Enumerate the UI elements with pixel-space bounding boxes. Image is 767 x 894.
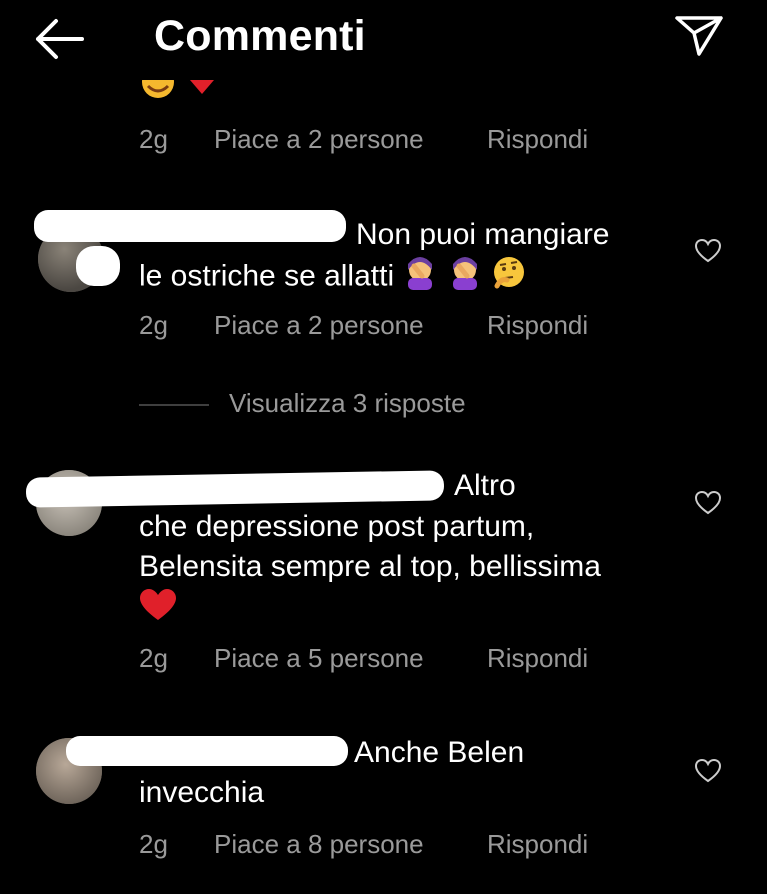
comment-likes[interactable]: Piace a 5 persone	[214, 643, 487, 674]
replies-divider	[139, 404, 209, 406]
partial-emoji-row	[138, 80, 218, 108]
back-arrow-icon[interactable]	[32, 18, 86, 60]
username-censor	[66, 736, 348, 766]
username-censor	[34, 210, 346, 242]
username-censor	[25, 470, 445, 508]
comment-meta: 2g Piace a 2 persone Rispondi	[139, 124, 588, 155]
comment-age: 2g	[139, 643, 168, 673]
facepalm-emoji	[447, 256, 483, 299]
comment-text: Altro	[454, 469, 516, 502]
comment-meta: 2g Piace a 8 persone Rispondi	[139, 829, 588, 860]
like-heart-icon[interactable]	[694, 490, 722, 516]
thinking-emoji	[491, 256, 527, 299]
avatar-censor	[76, 246, 120, 286]
comment-text: invecchia	[139, 776, 265, 809]
comment-age: 2g	[139, 310, 168, 340]
comment-text: che depressione post partum,	[139, 510, 535, 543]
comment-text: Belensita sempre al top, bellissima	[139, 550, 601, 583]
comment-age: 2g	[139, 829, 168, 859]
page-title: Commenti	[154, 12, 366, 60]
comment-text-content: le ostriche se allatti	[139, 259, 395, 293]
view-replies-label: Visualizza 3 risposte	[229, 388, 466, 418]
like-heart-icon[interactable]	[694, 758, 722, 784]
app-header: Commenti	[0, 0, 767, 78]
reply-button[interactable]: Rispondi	[487, 643, 588, 674]
comment-text: Anche Belen	[354, 736, 525, 769]
comment-likes[interactable]: Piace a 2 persone	[214, 310, 487, 341]
comment-meta: 2g Piace a 5 persone Rispondi	[139, 643, 588, 674]
paper-plane-icon[interactable]	[672, 12, 726, 58]
comment-text-line: le ostriche se allatti	[139, 256, 527, 299]
reply-button[interactable]: Rispondi	[487, 829, 588, 860]
comment-emoji-line	[139, 588, 177, 631]
comment-likes[interactable]: Piace a 2 persone	[214, 124, 487, 155]
comment-likes[interactable]: Piace a 8 persone	[214, 829, 487, 860]
reply-button[interactable]: Rispondi	[487, 310, 588, 341]
like-heart-icon[interactable]	[694, 238, 722, 264]
comment-meta: 2g Piace a 2 persone Rispondi	[139, 310, 588, 341]
facepalm-emoji	[402, 256, 438, 299]
red-heart-emoji	[139, 588, 177, 631]
comment-age: 2g	[139, 124, 168, 154]
reply-button[interactable]: Rispondi	[487, 124, 588, 155]
comment-text: Non puoi mangiare	[356, 218, 610, 251]
